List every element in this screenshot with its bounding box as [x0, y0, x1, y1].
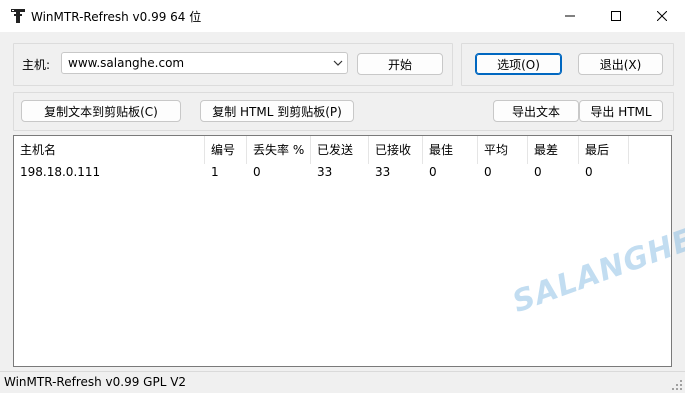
- minimize-icon: [565, 15, 575, 17]
- exit-button[interactable]: 退出(X): [578, 53, 663, 75]
- resize-grip-icon[interactable]: [671, 379, 683, 391]
- column-header-last[interactable]: 最后: [579, 136, 629, 164]
- cell-received: 33: [375, 165, 391, 179]
- window-title: WinMTR-Refresh v0.99 64 位: [31, 10, 202, 24]
- maximize-icon: [611, 11, 621, 21]
- minimize-button[interactable]: [547, 0, 593, 32]
- status-text: WinMTR-Refresh v0.99 GPL V2: [4, 375, 187, 389]
- host-combobox[interactable]: www.salanghe.com: [61, 52, 348, 74]
- copy-html-button[interactable]: 复制 HTML 到剪贴板(P): [200, 100, 354, 122]
- cell-last: 0: [585, 165, 593, 179]
- options-button[interactable]: 选项(O): [475, 53, 562, 75]
- column-header-number[interactable]: 编号: [205, 136, 247, 164]
- column-header-average[interactable]: 平均: [478, 136, 528, 164]
- column-header-loss[interactable]: 丢失率 %: [247, 136, 311, 164]
- table-row[interactable]: 198.18.0.111 1 0 33 33 0 0 0 0: [14, 163, 671, 181]
- copy-text-button[interactable]: 复制文本到剪贴板(C): [21, 100, 181, 122]
- export-text-button[interactable]: 导出文本: [493, 100, 579, 122]
- column-header-worst[interactable]: 最差: [528, 136, 579, 164]
- close-button[interactable]: [639, 0, 685, 32]
- app-icon: [11, 9, 25, 23]
- cell-best: 0: [429, 165, 437, 179]
- start-button[interactable]: 开始: [357, 53, 443, 75]
- close-icon: [657, 11, 667, 21]
- export-html-button[interactable]: 导出 HTML: [579, 100, 663, 122]
- column-header-hostname[interactable]: 主机名: [14, 136, 205, 164]
- chevron-down-icon[interactable]: [333, 58, 343, 68]
- cell-hostname: 198.18.0.111: [20, 165, 101, 179]
- cell-number: 1: [211, 165, 219, 179]
- maximize-button[interactable]: [593, 0, 639, 32]
- status-bar: WinMTR-Refresh v0.99 GPL V2: [0, 371, 685, 393]
- cell-worst: 0: [534, 165, 542, 179]
- column-header-sent[interactable]: 已发送: [311, 136, 369, 164]
- host-input[interactable]: www.salanghe.com: [68, 56, 184, 70]
- cell-sent: 33: [317, 165, 333, 179]
- title-bar[interactable]: WinMTR-Refresh v0.99 64 位: [0, 0, 685, 32]
- host-label: 主机:: [22, 58, 51, 72]
- column-header-received[interactable]: 已接收: [369, 136, 423, 164]
- cell-loss: 0: [253, 165, 261, 179]
- results-table[interactable]: 主机名 编号 丢失率 % 已发送 已接收 最佳 平均 最差 最后 198.18.…: [13, 135, 672, 367]
- cell-average: 0: [484, 165, 492, 179]
- column-header-best[interactable]: 最佳: [423, 136, 478, 164]
